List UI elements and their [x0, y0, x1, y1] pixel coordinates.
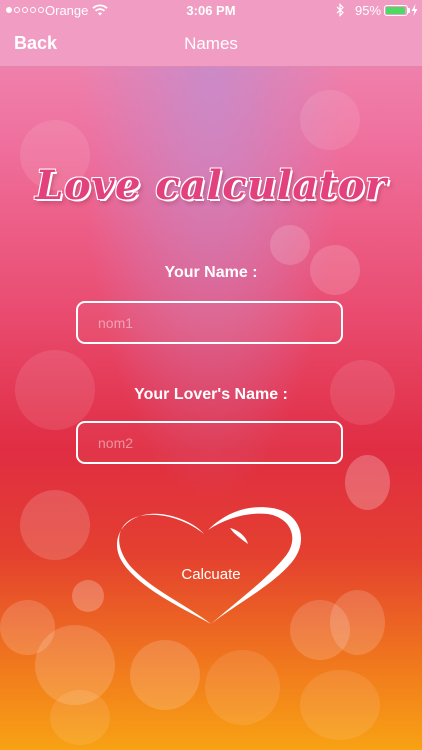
bokeh-circle [330, 590, 385, 655]
bokeh-circle [300, 90, 360, 150]
bokeh-circle [130, 640, 200, 710]
lover-name-input[interactable] [76, 421, 343, 464]
status-bar: Orange 3:06 PM 95% [0, 0, 422, 22]
battery-icon [384, 5, 408, 16]
bokeh-circle [20, 490, 90, 560]
bokeh-circle [270, 225, 310, 265]
bokeh-circle [205, 650, 280, 725]
calculate-button[interactable]: Calcuate [112, 500, 310, 630]
bokeh-circle [50, 690, 110, 745]
battery-level [386, 7, 405, 14]
charging-icon [411, 4, 418, 19]
nav-title: Names [184, 34, 238, 53]
bokeh-circle [300, 670, 380, 740]
heart-outline-icon [116, 507, 302, 624]
app-screen: Back Names Orange 3:06 PM 95% Love calcu… [0, 0, 422, 750]
your-name-label: Your Name : [164, 264, 258, 281]
battery-percentage: 95% [355, 3, 382, 18]
lover-name-label: Your Lover's Name : [134, 386, 288, 403]
calculate-label: Calcuate [181, 566, 241, 583]
your-name-input[interactable] [76, 301, 343, 344]
app-title: Love calculator [35, 162, 387, 209]
battery-tip [408, 8, 410, 13]
bokeh-circle [345, 455, 390, 510]
bokeh-circle [72, 580, 104, 612]
bluetooth-icon [336, 3, 345, 20]
